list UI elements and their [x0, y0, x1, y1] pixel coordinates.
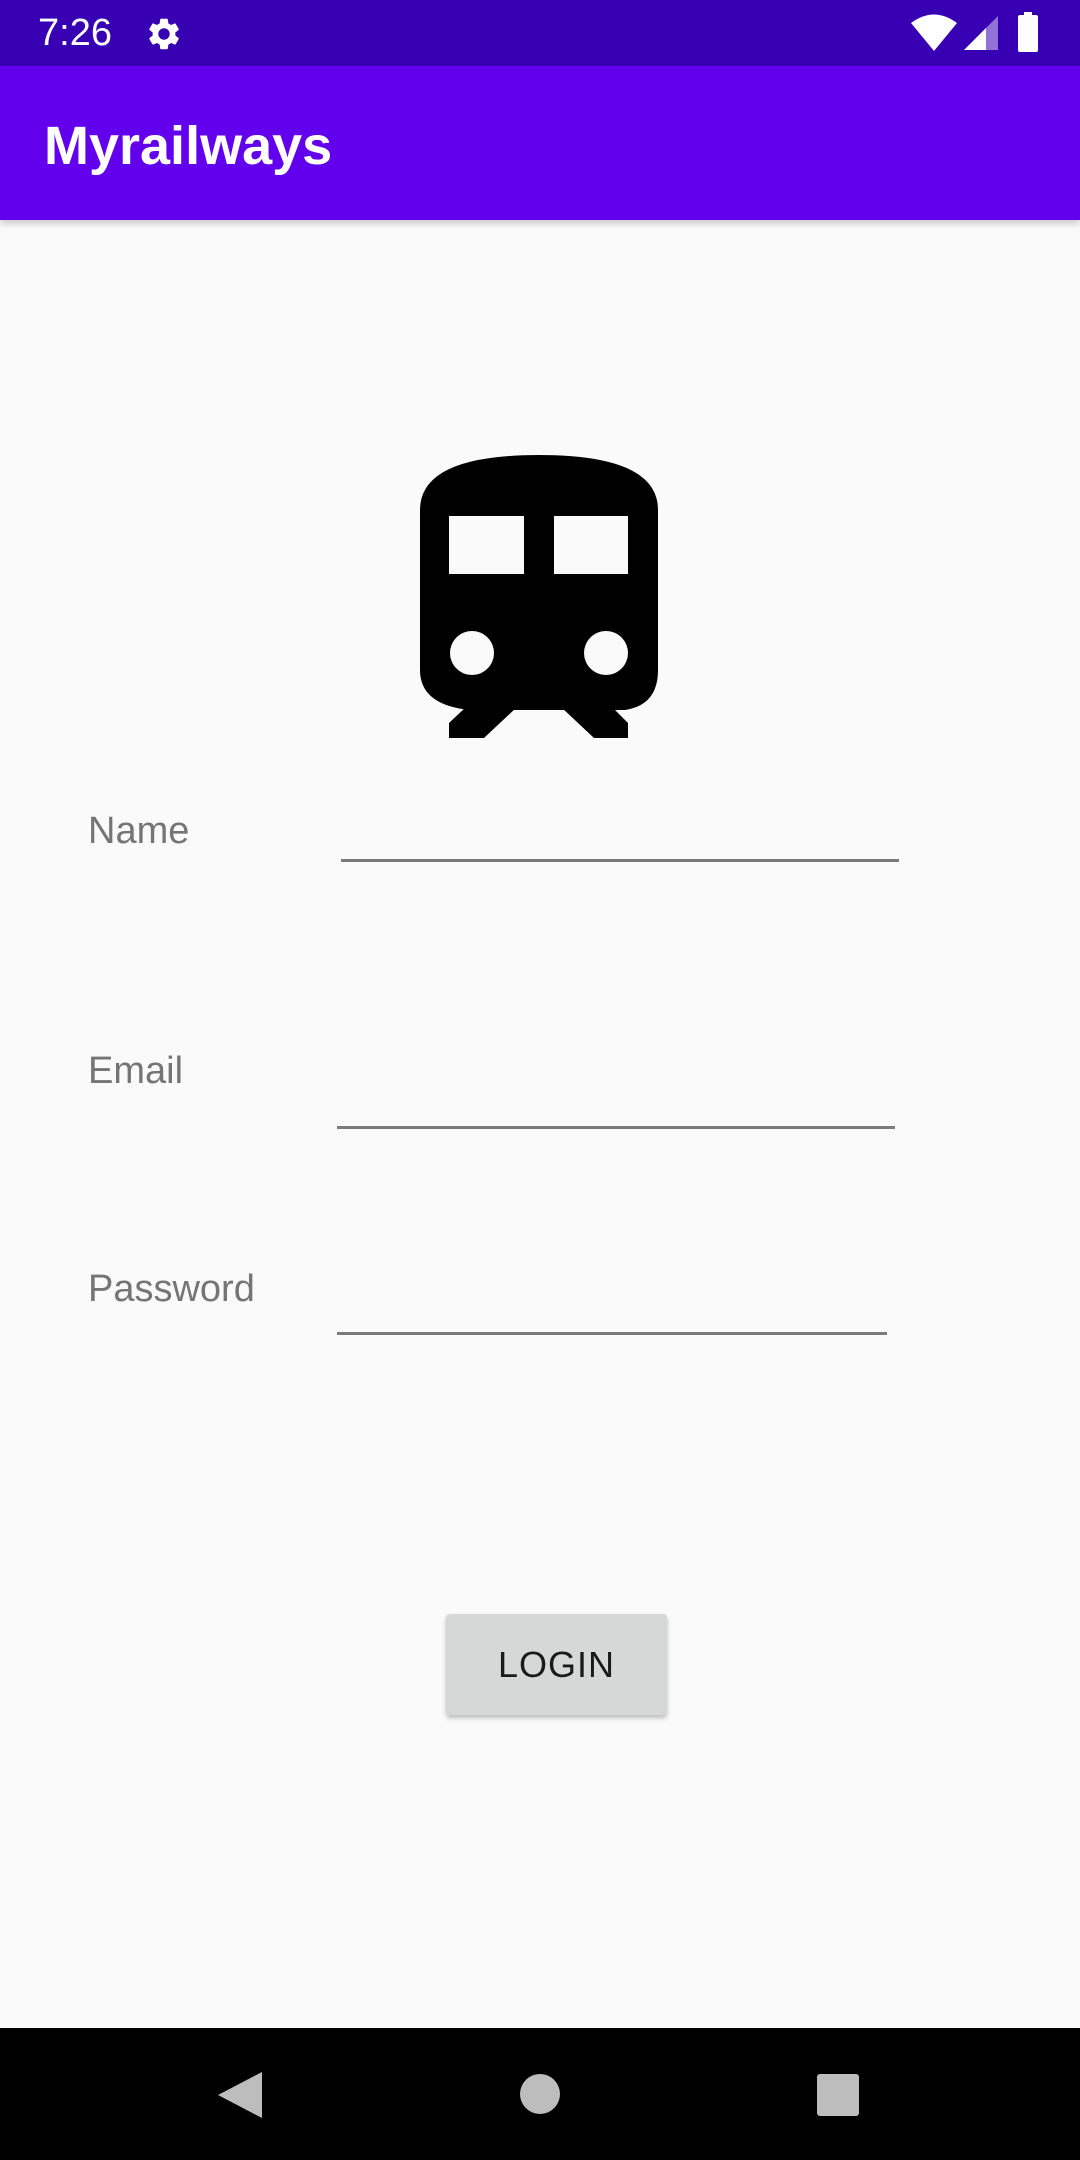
password-label: Password [88, 1268, 255, 1310]
status-time: 7:26 [38, 12, 112, 54]
status-bar: 7:26 [0, 0, 1080, 66]
login-button[interactable]: LOGIN [446, 1614, 667, 1715]
signal-icon [964, 16, 998, 50]
email-input[interactable] [337, 1069, 895, 1129]
recents-icon[interactable] [817, 2074, 859, 2116]
email-label: Email [88, 1050, 184, 1092]
back-icon[interactable] [218, 2072, 262, 2118]
gear-icon [149, 18, 179, 50]
app-title: Myrailways [44, 116, 333, 176]
train-icon [420, 455, 658, 738]
home-icon[interactable] [520, 2074, 560, 2114]
app-bar: Myrailways [0, 66, 1080, 220]
navigation-bar [0, 2028, 1080, 2160]
name-label: Name [88, 810, 190, 852]
name-input[interactable] [341, 802, 899, 862]
battery-icon [1018, 12, 1038, 52]
password-input[interactable] [337, 1275, 887, 1335]
wifi-icon [911, 14, 957, 51]
